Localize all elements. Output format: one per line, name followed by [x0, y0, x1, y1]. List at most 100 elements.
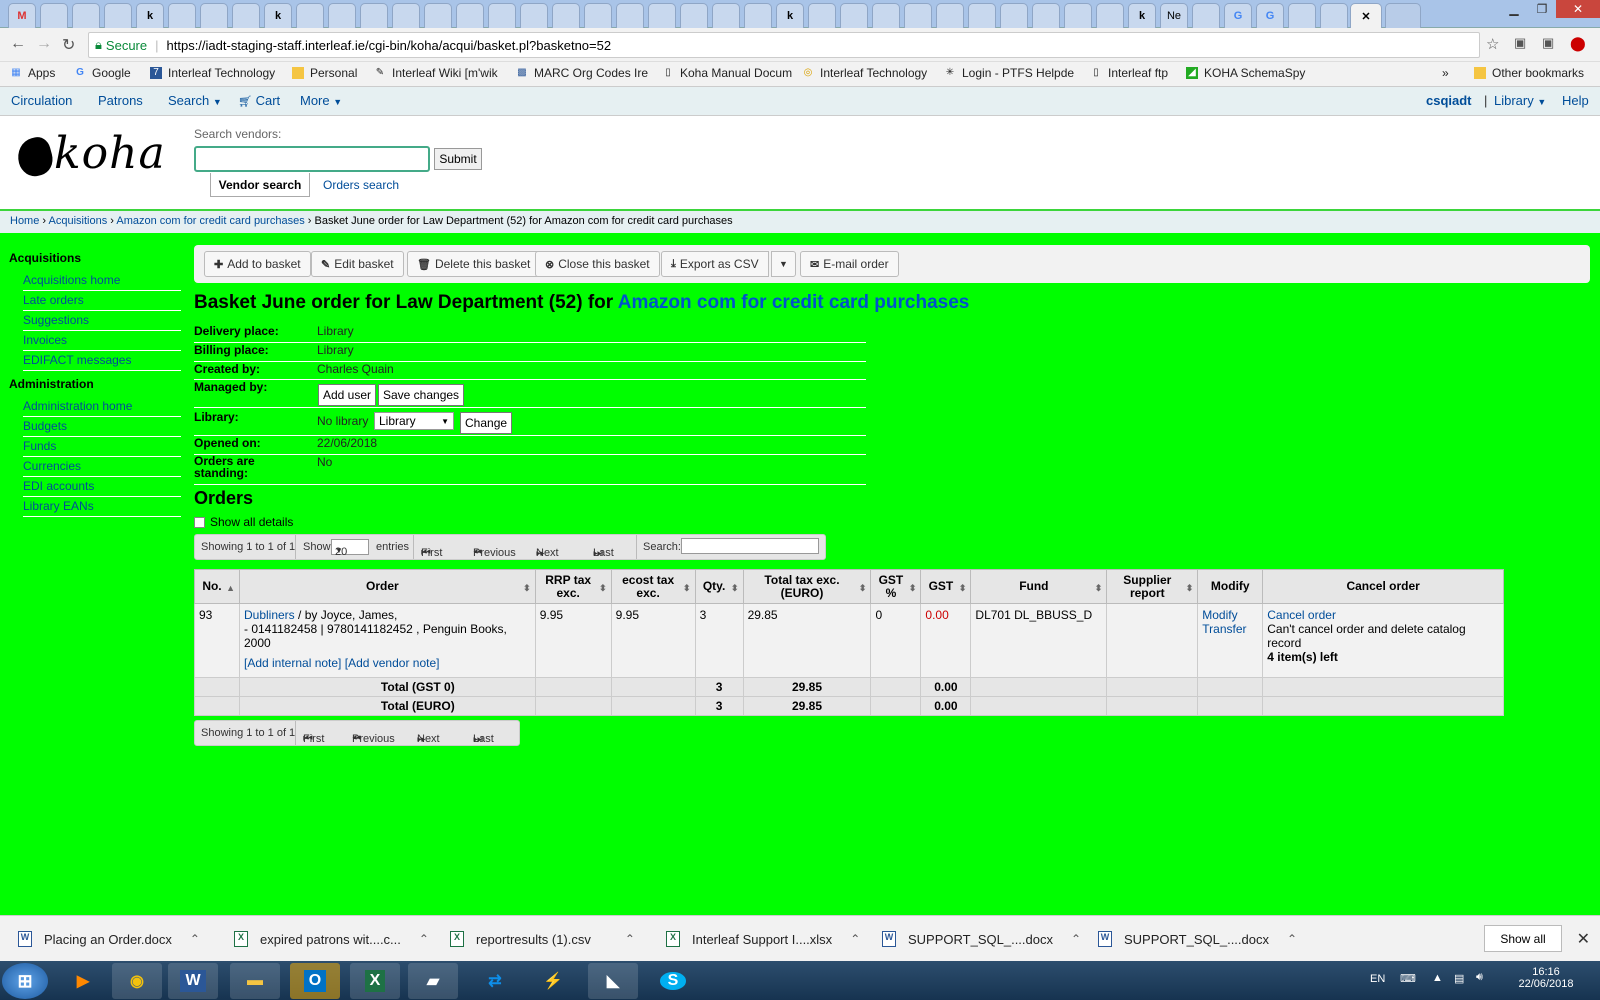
bookmark-other[interactable]: Other bookmarks [1474, 66, 1584, 80]
tab[interactable]: G [1224, 3, 1252, 28]
table-search-input[interactable] [681, 538, 819, 554]
sidebar-item-funds[interactable]: Funds [23, 437, 181, 457]
extension-icon[interactable]: ⬤ [1570, 35, 1586, 52]
chevron-up-icon[interactable]: ⌃ [625, 932, 635, 946]
bookmark-apps[interactable]: ▦ Apps [10, 66, 55, 80]
tab[interactable] [616, 3, 644, 28]
show-all-downloads-button[interactable]: Show all [1484, 925, 1562, 952]
keyboard-icon[interactable]: ⌨ [1400, 972, 1416, 985]
close-icon[interactable]: ✕ [1361, 10, 1370, 23]
column-header[interactable]: Order ⬍ [238, 569, 536, 604]
change-library-button[interactable]: Change [460, 412, 513, 434]
tab[interactable] [200, 3, 228, 28]
bookmark[interactable]: ✎ Interleaf Wiki [m'wik [374, 66, 498, 80]
library-menu[interactable]: Library ▼ [1494, 93, 1546, 108]
tab[interactable] [1192, 3, 1220, 28]
bookmark[interactable]: 7 Interleaf Technology [150, 66, 275, 80]
sidebar-item-edifact[interactable]: EDIFACT messages [23, 351, 181, 371]
chevron-up-icon[interactable]: ⌃ [1071, 932, 1081, 946]
transfer-link[interactable]: Transfer [1202, 622, 1246, 636]
sidebar-item-budgets[interactable]: Budgets [23, 417, 181, 437]
taskbar-app[interactable]: ▰ [408, 963, 458, 999]
breadcrumb-home[interactable]: Home [10, 215, 39, 227]
sidebar-item-admin-home[interactable]: Administration home [23, 397, 181, 417]
column-header[interactable]: ecost tax exc. ⬍ [610, 569, 696, 604]
column-header[interactable]: No. ▲ [194, 569, 240, 604]
show-all-checkbox[interactable] [194, 516, 205, 528]
tab[interactable] [872, 3, 900, 28]
tab[interactable]: k [776, 3, 804, 28]
tab[interactable] [424, 3, 452, 28]
tab[interactable] [808, 3, 836, 28]
nav-patrons[interactable]: Patrons [98, 93, 143, 108]
library-select[interactable]: Library ▼ [374, 412, 454, 430]
tab-orders-search[interactable]: Orders search [323, 178, 399, 192]
tab[interactable] [968, 3, 996, 28]
sidebar-item-currencies[interactable]: Currencies [23, 457, 181, 477]
column-header[interactable]: GST % ⬍ [870, 569, 922, 604]
tab[interactable] [520, 3, 548, 28]
tab[interactable] [1000, 3, 1028, 28]
nav-cart[interactable]: 🛒︎ Cart [238, 93, 280, 108]
taskbar-app[interactable]: ⚡ [528, 963, 578, 999]
bookmark[interactable]: ▩ MARC Org Codes Ire [516, 66, 648, 80]
taskbar-skype[interactable]: S [648, 963, 698, 999]
bookmark[interactable]: ◢ KOHA SchemaSpy [1186, 66, 1305, 80]
tab[interactable] [456, 3, 484, 28]
tab[interactable] [552, 3, 580, 28]
nav-circulation[interactable]: Circulation [11, 93, 72, 108]
tab[interactable] [712, 3, 740, 28]
start-button[interactable]: ⊞ [2, 963, 48, 999]
bookmark[interactable]: ◎ Interleaf Technology [802, 66, 928, 80]
add-vendor-note-link[interactable]: [Add vendor note] [345, 656, 440, 670]
language-indicator[interactable]: EN [1370, 973, 1385, 985]
taskbar-word[interactable]: W [168, 963, 218, 999]
download-item[interactable]: W SUPPORT_SQL_....docx ⌃ [1098, 916, 1297, 962]
tab[interactable] [1096, 3, 1124, 28]
user-menu[interactable]: csqiadt [1426, 93, 1472, 108]
bookmark[interactable]: ✳ Login - PTFS Helpde [944, 66, 1074, 80]
download-item[interactable]: Xexpired patrons wit....c... ⌃ [234, 916, 429, 962]
tab[interactable]: G [1256, 3, 1284, 28]
taskbar-putty[interactable]: ◣ [588, 963, 638, 999]
tab[interactable] [328, 3, 356, 28]
show-all-details[interactable]: Show all details [194, 515, 293, 529]
column-header[interactable]: Supplier report ⬍ [1106, 569, 1199, 604]
bookmark[interactable]: ▯ Koha Manual Docum [662, 66, 792, 80]
modify-link[interactable]: Modify [1202, 608, 1237, 622]
tab[interactable] [392, 3, 420, 28]
tab[interactable] [232, 3, 260, 28]
column-header[interactable]: RRP tax exc. ⬍ [534, 569, 612, 604]
tab[interactable] [104, 3, 132, 28]
tab[interactable]: k [1128, 3, 1156, 28]
column-header[interactable]: Total tax exc. (EURO) ⬍ [742, 569, 872, 604]
sidebar-item-late-orders[interactable]: Late orders [23, 291, 181, 311]
delete-basket-button[interactable]: 🗑︎ Delete this basket [407, 251, 541, 277]
add-user-button[interactable]: Add user [318, 384, 377, 406]
taskbar-excel[interactable]: X [350, 963, 400, 999]
bookmarks-overflow[interactable]: » [1442, 66, 1449, 80]
url-field[interactable]: 🔒︎ Secure | https://iadt-staging-staff.i… [88, 32, 1480, 58]
tab-vendor-search[interactable]: Vendor search [210, 173, 310, 197]
taskbar-explorer[interactable]: ▬ [230, 963, 280, 999]
sidebar-item-suggestions[interactable]: Suggestions [23, 311, 181, 331]
close-icon[interactable]: ✕ [1577, 929, 1590, 949]
sidebar-item-library-eans[interactable]: Library EANs [23, 497, 181, 517]
breadcrumb-vendor[interactable]: Amazon com for credit card purchases [116, 215, 304, 227]
tab-active[interactable]: ✕ [1350, 3, 1382, 28]
export-csv-button[interactable]: ⤓ Export as CSV [661, 251, 769, 277]
tab-gmail[interactable]: M [8, 3, 36, 28]
koha-logo[interactable]: koha [13, 128, 166, 180]
taskbar-outlook[interactable]: O [290, 963, 340, 999]
column-header[interactable]: GST ⬍ [920, 569, 972, 604]
tab[interactable] [360, 3, 388, 28]
cancel-order-link[interactable]: Cancel order [1267, 608, 1336, 622]
tab[interactable] [1320, 3, 1348, 28]
tab[interactable] [744, 3, 772, 28]
tab[interactable] [648, 3, 676, 28]
tab[interactable] [40, 3, 68, 28]
clock[interactable]: 16:16 22/06/2018 [1516, 966, 1576, 990]
tab[interactable] [168, 3, 196, 28]
tab[interactable] [72, 3, 100, 28]
chevron-up-icon[interactable]: ⌃ [419, 932, 429, 946]
